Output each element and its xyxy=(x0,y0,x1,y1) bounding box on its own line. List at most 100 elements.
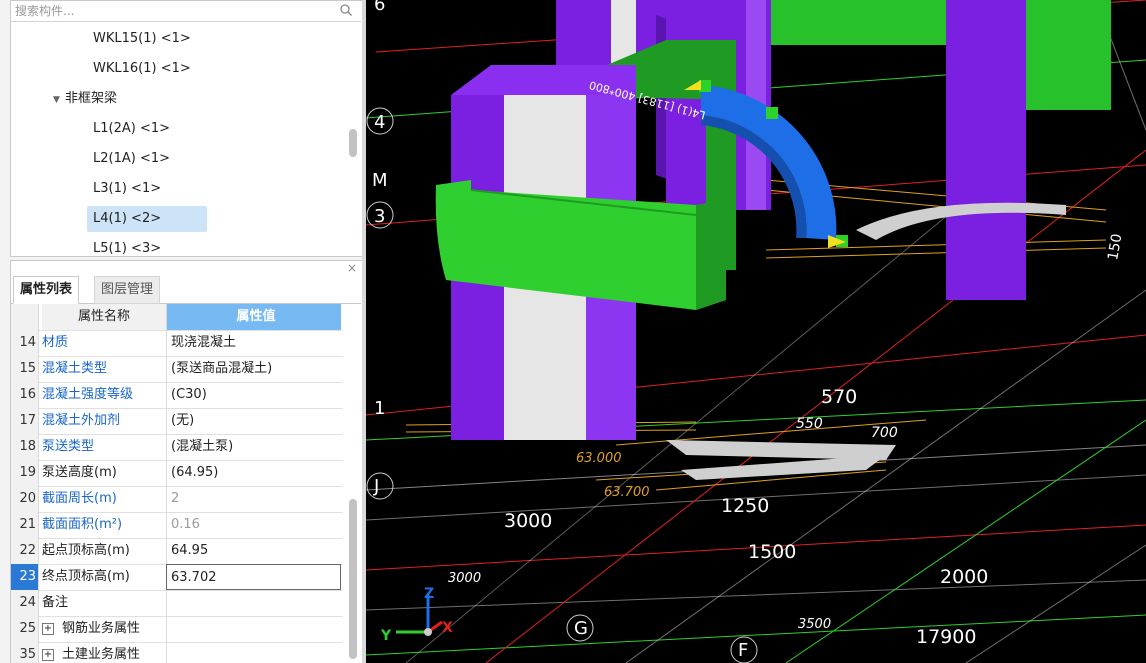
3d-viewport[interactable]: L4(1) [1183] 400*800 6 4 M 3 1 J G F 570… xyxy=(366,0,1146,663)
property-row[interactable]: 25 + 钢筋业务属性 xyxy=(11,616,343,643)
row-number: 21 xyxy=(11,512,39,538)
property-row[interactable]: 22 起点顶标高(m) 64.95 xyxy=(11,538,343,565)
property-row[interactable]: 15 混凝土类型 (泵送商品混凝土) xyxy=(11,356,343,383)
property-value[interactable]: (无) xyxy=(166,408,341,434)
row-number-header xyxy=(11,304,39,330)
tree-item-label: L4(1) <2> xyxy=(93,211,162,226)
dim-700: 700 xyxy=(871,425,898,441)
property-value[interactable]: (C30) xyxy=(166,382,341,408)
property-name: 起点顶标高(m) xyxy=(42,538,166,564)
property-value[interactable]: 现浇混凝土 xyxy=(166,330,341,356)
property-value[interactable]: (64.95) xyxy=(166,460,341,486)
row-number: 25 xyxy=(11,616,39,642)
tree-item-l1[interactable]: L1(2A) <1> xyxy=(89,116,174,142)
tree-item-label: L1(2A) <1> xyxy=(93,121,171,136)
axis-x-label: X xyxy=(442,620,453,636)
property-value[interactable] xyxy=(166,642,341,663)
property-row[interactable]: 23 终点顶标高(m) 63.702 xyxy=(11,564,343,591)
property-name: 泵送高度(m) xyxy=(42,460,166,486)
row-number: 20 xyxy=(11,486,39,512)
search-input[interactable]: 搜索构件... xyxy=(15,2,74,19)
row-number: 14 xyxy=(11,330,39,356)
tree-item-l4[interactable]: L4(1) <2> xyxy=(87,206,207,232)
property-value[interactable]: 0.16 xyxy=(166,512,341,538)
row-number: 18 xyxy=(11,434,39,460)
component-tree-panel: 搜索构件... WKL15(1) <1> WKL16(1) <1> ▼ 非框架梁 … xyxy=(10,0,364,257)
tree-group-label: 非框架梁 xyxy=(65,91,118,106)
row-number: 23 xyxy=(11,564,39,590)
header-property-value: 属性值 xyxy=(166,304,341,330)
properties-tabs: 属性列表 图层管理 xyxy=(11,276,361,304)
property-name: 泵送类型 xyxy=(42,434,166,460)
property-value[interactable]: 2 xyxy=(166,486,341,512)
axis-label-6: 6 xyxy=(374,0,385,15)
property-value[interactable]: 64.95 xyxy=(166,538,341,564)
property-value[interactable]: (混凝土泵) xyxy=(166,434,341,460)
property-row[interactable]: 21 截面面积(m²) 0.16 xyxy=(11,512,343,539)
collapse-arrow-icon[interactable]: ▼ xyxy=(53,87,65,113)
row-number: 22 xyxy=(11,538,39,564)
row-number: 35 xyxy=(11,642,39,663)
property-row[interactable]: 19 泵送高度(m) (64.95) xyxy=(11,460,343,487)
dim-63000: 63.000 xyxy=(576,451,622,466)
tab-layer-management[interactable]: 图层管理 xyxy=(94,276,161,304)
expand-icon[interactable]: + xyxy=(42,622,54,635)
property-value[interactable]: (泵送商品混凝土) xyxy=(166,356,341,382)
axis-label-g: G xyxy=(574,618,588,639)
tree-item-label: WKL16(1) <1> xyxy=(93,61,191,76)
property-name: 混凝土强度等级 xyxy=(42,382,166,408)
property-row[interactable]: 24 备注 xyxy=(11,590,343,617)
dim-550: 550 xyxy=(796,416,823,432)
axis-label-j: J xyxy=(373,476,379,497)
axis-z-label: Z xyxy=(424,586,434,602)
search-bar[interactable]: 搜索构件... xyxy=(11,1,361,22)
property-name-text: 截面周长(m) xyxy=(42,491,117,506)
property-name: 截面面积(m²) xyxy=(42,512,166,538)
axis-label-4: 4 xyxy=(374,112,385,133)
tree-item-wkl15[interactable]: WKL15(1) <1> xyxy=(89,26,195,52)
property-row[interactable]: 35 + 土建业务属性 xyxy=(11,642,343,663)
property-value[interactable]: 63.702 xyxy=(166,564,341,590)
property-row[interactable]: 14 材质 现浇混凝土 xyxy=(11,330,343,357)
tree-item-wkl16[interactable]: WKL16(1) <1> xyxy=(89,56,195,82)
property-name-text: 起点顶标高(m) xyxy=(42,543,130,558)
property-value[interactable] xyxy=(166,590,341,616)
dim-63700: 63.700 xyxy=(604,485,650,500)
tree-item-l2[interactable]: L2(1A) <1> xyxy=(89,146,174,172)
property-name: 备注 xyxy=(42,590,166,616)
property-name-text: 终点顶标高(m) xyxy=(42,569,130,584)
coordinate-axes-icon: Y Z X xyxy=(380,586,453,644)
property-row[interactable]: 20 截面周长(m) 2 xyxy=(11,486,343,513)
property-row[interactable]: 18 泵送类型 (混凝土泵) xyxy=(11,434,343,461)
tree-item-label: L3(1) <1> xyxy=(93,181,162,196)
row-number: 15 xyxy=(11,356,39,382)
property-name: 终点顶标高(m) xyxy=(42,564,166,590)
property-grid-header: 属性名称 属性值 xyxy=(11,304,343,331)
search-icon[interactable] xyxy=(339,3,353,21)
axis-label-f: F xyxy=(738,640,748,661)
properties-scrollbar[interactable] xyxy=(349,499,357,659)
property-name: + 钢筋业务属性 xyxy=(42,616,166,642)
property-name-text: 材质 xyxy=(42,335,69,350)
tree-scrollbar[interactable] xyxy=(349,129,357,157)
tree-item-l5[interactable]: L5(1) <3> xyxy=(89,236,165,256)
dim-3000: 3000 xyxy=(504,510,552,532)
property-name-text: 截面面积(m²) xyxy=(42,517,123,532)
row-number: 17 xyxy=(11,408,39,434)
property-name: + 土建业务属性 xyxy=(42,642,166,663)
property-row[interactable]: 16 混凝土强度等级 (C30) xyxy=(11,382,343,409)
property-name-text: 泵送高度(m) xyxy=(42,465,117,480)
property-value[interactable] xyxy=(166,616,341,642)
property-name: 混凝土外加剂 xyxy=(42,408,166,434)
close-icon[interactable]: × xyxy=(347,261,357,275)
properties-panel: × 属性列表 图层管理 属性名称 属性值 14 材质 现浇混凝土 15 混凝土类型 (泵送商品… xyxy=(10,260,364,663)
tree-item-label: L5(1) <3> xyxy=(93,241,162,256)
dim-2000: 2000 xyxy=(940,566,988,588)
row-number: 24 xyxy=(11,590,39,616)
tree-item-l3[interactable]: L3(1) <1> xyxy=(89,176,165,202)
tree-group-non-frame-beam[interactable]: ▼ 非框架梁 xyxy=(53,86,117,112)
property-name-text: 混凝土强度等级 xyxy=(42,387,134,402)
property-row[interactable]: 17 混凝土外加剂 (无) xyxy=(11,408,343,435)
tab-property-list[interactable]: 属性列表 xyxy=(13,276,80,304)
expand-icon[interactable]: + xyxy=(42,648,54,661)
